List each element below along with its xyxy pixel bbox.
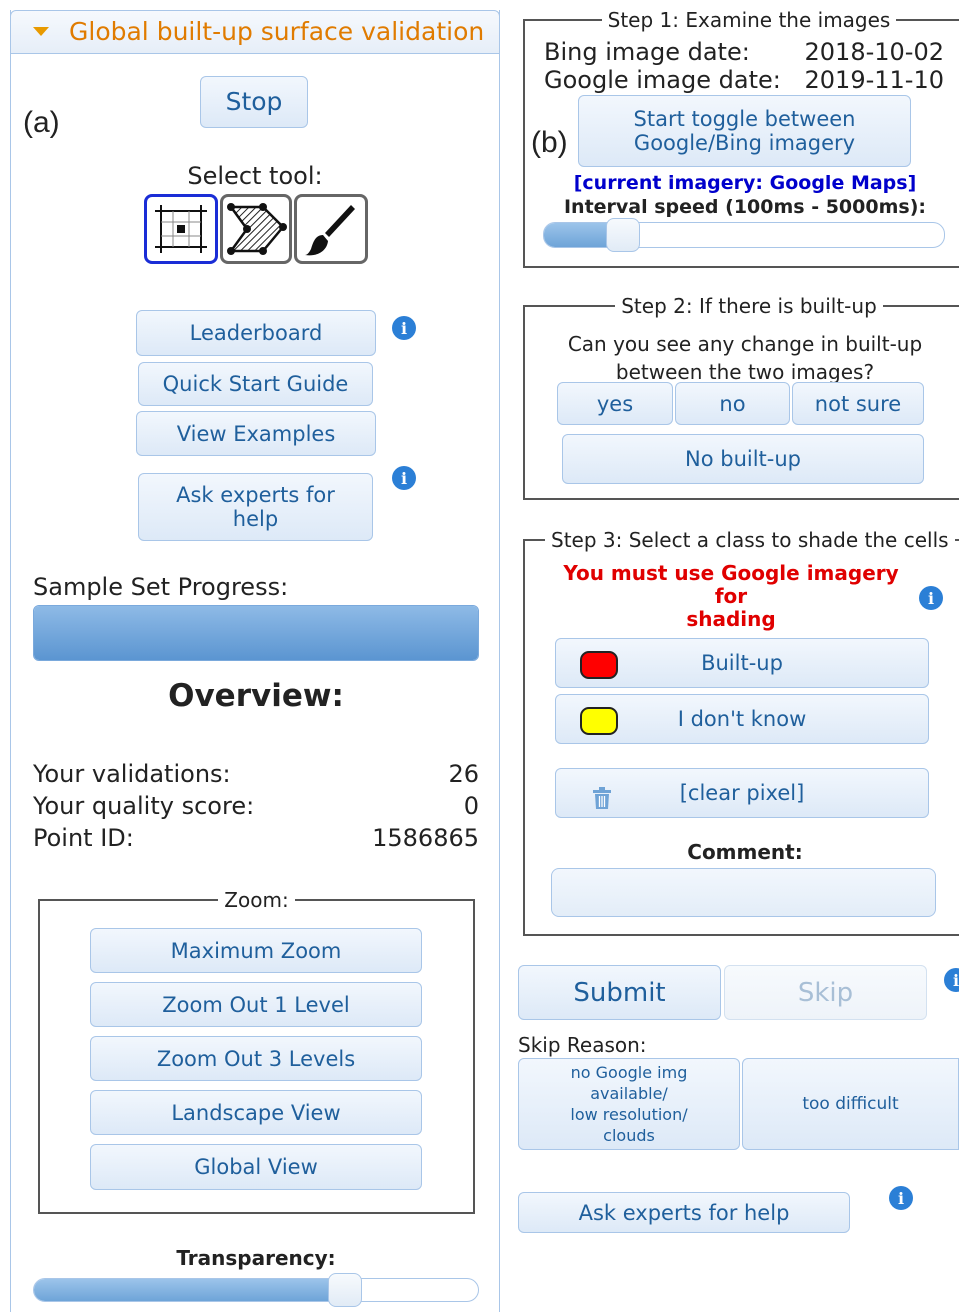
trash-icon bbox=[593, 787, 611, 809]
warning-line2: shading bbox=[686, 607, 776, 631]
info-icon[interactable]: i bbox=[392, 466, 416, 490]
bing-label: Bing image date: bbox=[544, 38, 750, 66]
stat-value: 0 bbox=[463, 792, 479, 820]
stat-label: Your validations: bbox=[33, 760, 231, 788]
yes-button[interactable]: yes bbox=[557, 382, 673, 425]
progress-fill bbox=[34, 606, 478, 660]
step3-legend: Step 3: Select a class to shade the cell… bbox=[551, 528, 949, 552]
comment-input[interactable] bbox=[551, 868, 936, 917]
grid-cell-icon bbox=[155, 205, 207, 253]
stat-row: Point ID: 1586865 bbox=[33, 824, 479, 852]
google-label: Google image date: bbox=[544, 66, 781, 94]
bing-date-row: Bing image date: 2018-10-02 bbox=[544, 38, 944, 66]
color-swatch bbox=[580, 651, 618, 679]
skip-reason-too-difficult-button[interactable]: too difficult bbox=[742, 1058, 959, 1150]
interval-speed-handle[interactable] bbox=[606, 218, 641, 252]
skip-button[interactable]: Skip bbox=[724, 965, 927, 1020]
comment-label: Comment: bbox=[687, 840, 803, 864]
info-icon[interactable]: i bbox=[889, 1186, 913, 1210]
transparency-label: Transparency: bbox=[176, 1246, 336, 1270]
global-view-button[interactable]: Global View bbox=[90, 1144, 422, 1190]
progress-bar bbox=[33, 605, 479, 661]
class-label: Built-up bbox=[701, 651, 783, 675]
transparency-slider[interactable] bbox=[33, 1278, 479, 1302]
triangle-down-icon bbox=[33, 27, 49, 36]
transparency-handle[interactable] bbox=[328, 1273, 363, 1307]
not-sure-button[interactable]: not sure bbox=[792, 382, 924, 425]
ask-experts-help-button[interactable]: Ask experts for help bbox=[518, 1192, 850, 1233]
zoom-out-1-level-button[interactable]: Zoom Out 1 Level bbox=[90, 982, 422, 1027]
no-built-up-button[interactable]: No built-up bbox=[562, 434, 924, 484]
panel-label-a: (a) bbox=[23, 106, 60, 139]
info-icon[interactable]: i bbox=[919, 586, 943, 610]
interval-speed-slider[interactable] bbox=[543, 222, 945, 248]
info-icon[interactable]: i bbox=[392, 316, 416, 340]
no-button[interactable]: no bbox=[675, 382, 790, 425]
toggle-imagery-button[interactable]: Start toggle between Google/Bing imagery bbox=[578, 95, 911, 167]
class-dont-know-button[interactable]: I don't know bbox=[555, 694, 929, 744]
step2-legend: Step 2: If there is built-up bbox=[621, 294, 877, 318]
google-imagery-warning: You must use Google imagery for shading bbox=[545, 562, 917, 631]
submit-button[interactable]: Submit bbox=[518, 965, 721, 1020]
overview-title: Overview: bbox=[168, 678, 344, 714]
toggle-label-line2: Google/Bing imagery bbox=[633, 131, 856, 155]
stat-row: Your quality score: 0 bbox=[33, 792, 479, 820]
skip-reason-line: available/ bbox=[590, 1084, 668, 1103]
question-line1: Can you see any change in built-up bbox=[567, 332, 923, 356]
skip-reason-no-imagery-button[interactable]: no Google img available/ low resolution/… bbox=[518, 1058, 740, 1150]
ask-experts-label-line1: Ask experts for bbox=[176, 483, 335, 507]
info-icon[interactable]: i bbox=[944, 968, 959, 992]
stat-label: Point ID: bbox=[33, 824, 134, 852]
panel-header[interactable]: Global built-up surface validation bbox=[10, 10, 500, 54]
ask-experts-label-line2: help bbox=[232, 507, 279, 531]
select-tool-label: Select tool: bbox=[187, 162, 323, 190]
step1-legend: Step 1: Examine the images bbox=[607, 8, 891, 32]
view-examples-button[interactable]: View Examples bbox=[136, 411, 376, 456]
tool-grid-cell-button[interactable] bbox=[144, 194, 218, 264]
interval-speed-label: Interval speed (100ms - 5000ms): bbox=[563, 196, 926, 218]
warning-line1: You must use Google imagery for bbox=[563, 561, 899, 608]
bing-date: 2018-10-02 bbox=[804, 38, 944, 66]
leaderboard-button[interactable]: Leaderboard bbox=[136, 310, 376, 356]
current-imagery-text: [current imagery: Google Maps] bbox=[573, 172, 917, 194]
change-question: Can you see any change in built-up betwe… bbox=[545, 330, 945, 386]
toggle-label-line1: Start toggle between bbox=[633, 107, 856, 131]
stat-value: 26 bbox=[448, 760, 479, 788]
ask-experts-button[interactable]: Ask experts for help bbox=[138, 473, 373, 541]
quick-start-guide-button[interactable]: Quick Start Guide bbox=[138, 362, 373, 406]
skip-reason-line: no Google img bbox=[570, 1063, 688, 1082]
progress-label: Sample Set Progress: bbox=[33, 573, 289, 601]
clear-pixel-label: [clear pixel] bbox=[679, 781, 805, 805]
class-label: I don't know bbox=[677, 707, 807, 731]
polygon-icon bbox=[227, 203, 287, 255]
stat-value: 1586865 bbox=[372, 824, 479, 852]
stat-row: Your validations: 26 bbox=[33, 760, 479, 788]
skip-reason-label: Skip Reason: bbox=[518, 1033, 647, 1057]
google-date-row: Google image date: 2019-11-10 bbox=[544, 66, 944, 94]
zoom-out-3-levels-button[interactable]: Zoom Out 3 Levels bbox=[90, 1036, 422, 1081]
color-swatch bbox=[580, 707, 618, 735]
skip-reason-line: clouds bbox=[603, 1126, 655, 1145]
clear-pixel-button[interactable]: [clear pixel] bbox=[555, 768, 929, 818]
brush-icon bbox=[305, 205, 355, 256]
stat-label: Your quality score: bbox=[33, 792, 255, 820]
header-title: Global built-up surface validation bbox=[69, 17, 485, 46]
tool-polygon-button[interactable] bbox=[220, 194, 292, 264]
stop-button[interactable]: Stop bbox=[200, 76, 308, 128]
tool-brush-button[interactable] bbox=[294, 194, 368, 264]
skip-reason-line: low resolution/ bbox=[570, 1105, 688, 1124]
maximum-zoom-button[interactable]: Maximum Zoom bbox=[90, 928, 422, 973]
zoom-legend: Zoom: bbox=[224, 888, 289, 912]
transparency-fill bbox=[34, 1279, 345, 1301]
landscape-view-button[interactable]: Landscape View bbox=[90, 1090, 422, 1135]
class-built-up-button[interactable]: Built-up bbox=[555, 638, 929, 688]
google-date: 2019-11-10 bbox=[804, 66, 944, 94]
